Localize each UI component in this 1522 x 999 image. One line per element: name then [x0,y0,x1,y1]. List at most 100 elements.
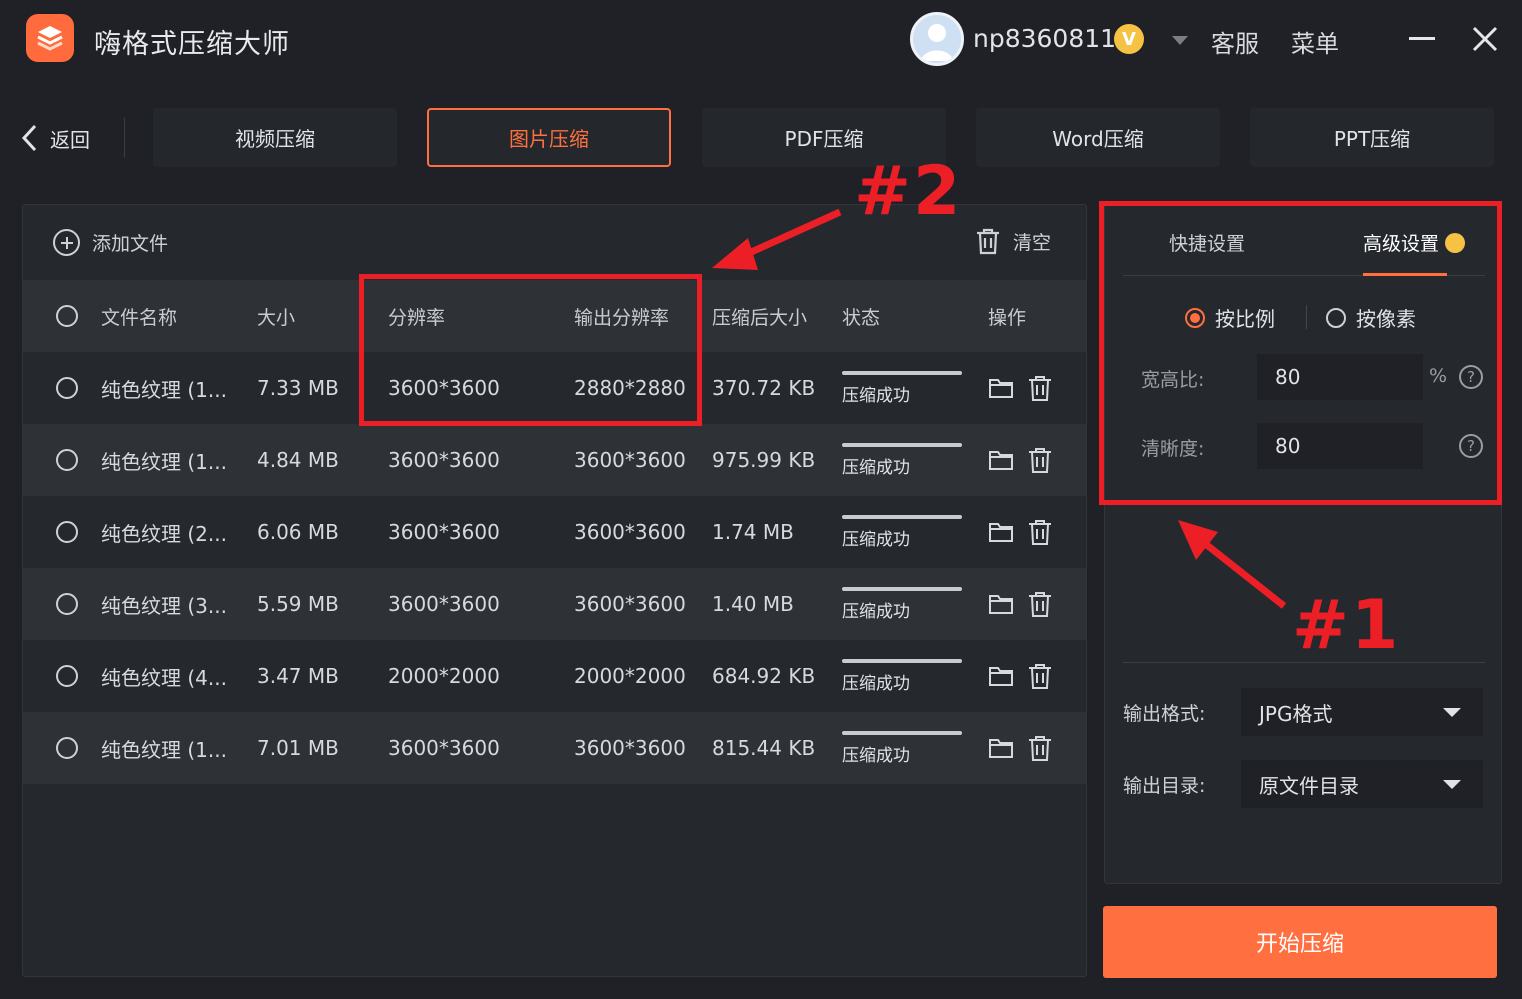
add-file-button[interactable]: 添加文件 [53,229,168,256]
row-radio[interactable] [56,568,78,640]
annotation-label-1: #1 [1292,586,1401,665]
row-radio[interactable] [56,352,78,424]
start-compress-button[interactable]: 开始压缩 [1103,906,1497,978]
title-bar: 嗨格式压缩大师 np8360811 V 客服 菜单 [0,0,1522,80]
chevron-down-icon [1443,708,1461,717]
row-radio[interactable] [56,496,78,568]
resolution: 2000*2000 [388,664,500,688]
table-row[interactable]: 纯色纹理 (2... 6.06 MB 3600*3600 3600*3600 1… [23,496,1086,568]
header-file-name: 文件名称 [101,306,178,329]
status-text: 压缩成功 [842,529,910,550]
progress-bar [842,442,962,447]
folder-icon[interactable] [988,736,1014,760]
tab-video-compress[interactable]: 视频压缩 [153,108,397,167]
add-file-label: 添加文件 [92,233,169,255]
username[interactable]: np8360811 [973,24,1116,53]
chevron-left-icon [21,124,37,152]
trash-icon[interactable] [1028,662,1052,690]
status: 压缩成功 [842,640,962,712]
folder-icon[interactable] [988,592,1014,616]
file-name: 纯色纹理 (1... [101,377,227,402]
menu-link[interactable]: 菜单 [1291,24,1339,59]
progress-bar [842,586,962,591]
minimize-icon[interactable] [1409,37,1435,40]
table-row[interactable]: 纯色纹理 (3... 5.59 MB 3600*3600 3600*3600 1… [23,568,1086,640]
folder-icon[interactable] [988,520,1014,544]
status: 压缩成功 [842,352,962,424]
status-text: 压缩成功 [842,385,910,406]
close-icon[interactable] [1470,24,1500,54]
trash-icon[interactable] [1028,518,1052,546]
row-actions [988,496,1052,568]
clear-button[interactable]: 清空 [975,227,1051,255]
annotation-label-2: #2 [854,152,963,231]
row-actions [988,352,1052,424]
file-name: 纯色纹理 (1... [101,737,227,762]
user-dropdown-caret-icon[interactable] [1172,36,1188,45]
file-size: 6.06 MB [257,520,339,544]
compressed-size: 370.72 KB [712,376,816,400]
output-resolution: 3600*3600 [574,448,686,472]
tab-ppt-compress[interactable]: PPT压缩 [1250,108,1494,167]
output-format-select[interactable]: JPG格式 [1241,688,1483,736]
output-resolution: 2000*2000 [574,664,686,688]
output-format-value: JPG格式 [1259,701,1333,726]
table-row[interactable]: 纯色纹理 (1... 4.84 MB 3600*3600 3600*3600 9… [23,424,1086,496]
file-name: 纯色纹理 (2... [101,521,227,546]
status: 压缩成功 [842,424,962,496]
vip-badge-icon: V [1114,24,1144,54]
folder-icon[interactable] [988,376,1014,400]
row-actions [988,712,1052,784]
compressed-size: 684.92 KB [712,664,816,688]
status-text: 压缩成功 [842,601,910,622]
resolution: 3600*3600 [388,736,500,760]
trash-icon[interactable] [1028,446,1052,474]
folder-icon[interactable] [988,664,1014,688]
table-row[interactable]: 纯色纹理 (4... 3.47 MB 2000*2000 2000*2000 6… [23,640,1086,712]
back-button[interactable]: 返回 [20,118,90,158]
output-dir-label: 输出目录: [1123,775,1206,797]
resolution: 3600*3600 [388,520,500,544]
status: 压缩成功 [842,496,962,568]
status: 压缩成功 [842,568,962,640]
row-radio[interactable] [56,712,78,784]
header-compressed-size: 压缩后大小 [712,306,808,329]
progress-bar [842,514,962,519]
app-logo-icon [26,14,74,62]
row-actions [988,640,1052,712]
file-name: 纯色纹理 (4... [101,665,227,690]
file-size: 7.33 MB [257,376,339,400]
status-text: 压缩成功 [842,457,910,478]
row-radio[interactable] [56,424,78,496]
trash-icon[interactable] [1028,734,1052,762]
output-resolution: 3600*3600 [574,520,686,544]
compressed-size: 1.40 MB [712,592,794,616]
app-title: 嗨格式压缩大师 [94,29,290,60]
tab-word-compress[interactable]: Word压缩 [976,108,1220,167]
trash-icon[interactable] [1028,590,1052,618]
file-size: 3.47 MB [257,664,339,688]
trash-icon[interactable] [1028,374,1052,402]
progress-bar [842,730,962,735]
back-label: 返回 [50,127,90,152]
output-dir-select[interactable]: 原文件目录 [1241,760,1483,808]
table-row[interactable]: 纯色纹理 (1... 7.01 MB 3600*3600 3600*3600 8… [23,712,1086,784]
status-text: 压缩成功 [842,745,910,766]
progress-bar [842,370,962,375]
status-text: 压缩成功 [842,673,910,694]
resolution: 3600*3600 [388,592,500,616]
file-name: 纯色纹理 (3... [101,593,227,618]
folder-icon[interactable] [988,448,1014,472]
file-size: 5.59 MB [257,592,339,616]
row-radio[interactable] [56,640,78,712]
tab-image-compress[interactable]: 图片压缩 [427,108,671,167]
compressed-size: 975.99 KB [712,448,816,472]
select-all-radio[interactable] [56,280,78,352]
add-circle-icon [53,229,80,256]
header-status: 状态 [842,306,881,329]
output-format-label: 输出格式: [1123,703,1206,725]
user-avatar[interactable] [910,12,964,66]
file-size: 4.84 MB [257,448,339,472]
row-actions [988,568,1052,640]
customer-service-link[interactable]: 客服 [1211,24,1259,59]
